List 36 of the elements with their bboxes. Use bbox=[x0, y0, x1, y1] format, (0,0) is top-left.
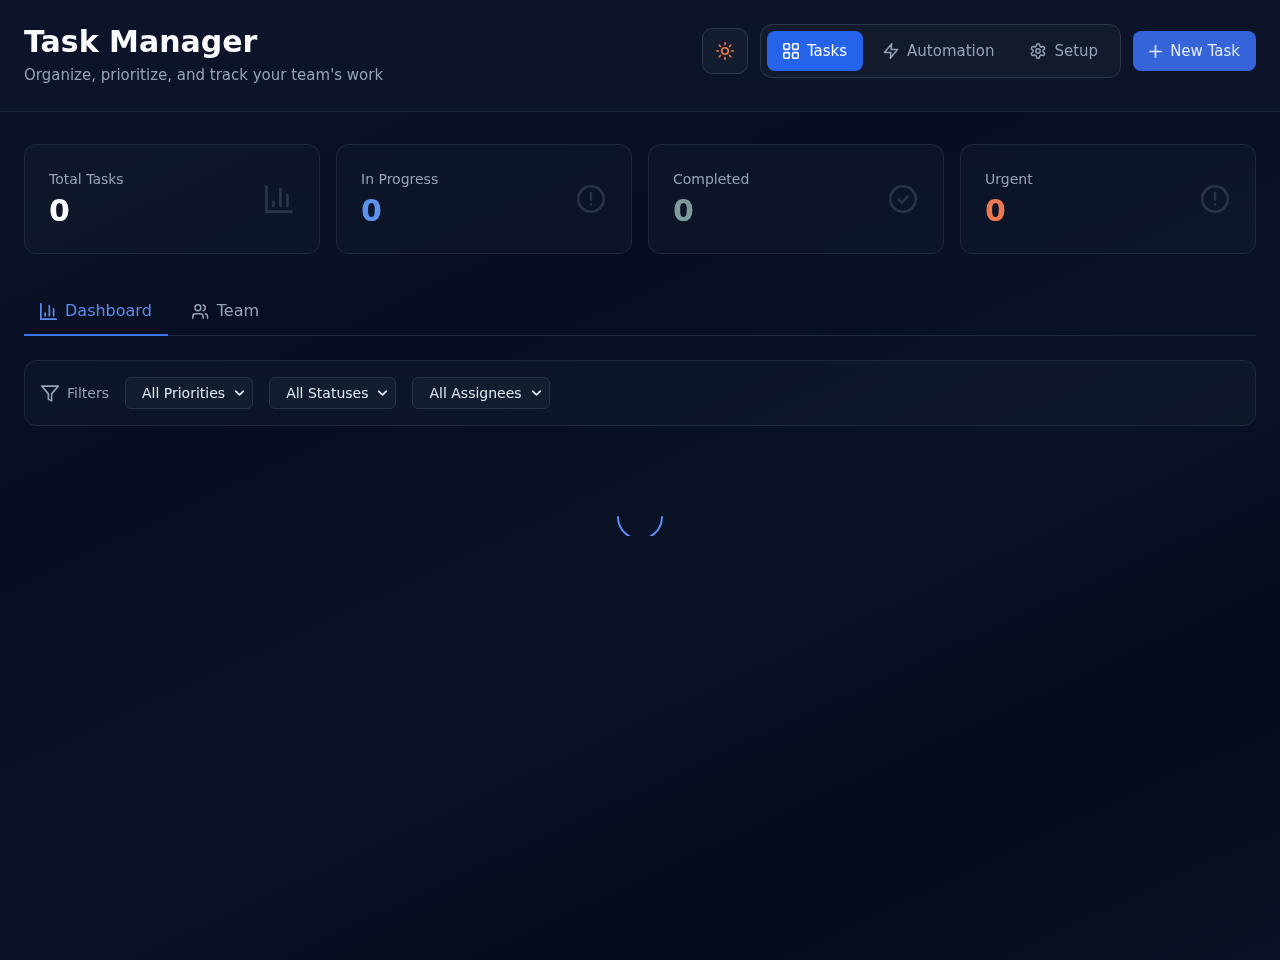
alert-circle-icon bbox=[577, 185, 605, 213]
bar-chart-icon bbox=[265, 185, 293, 213]
stat-value: 0 bbox=[361, 193, 383, 229]
alert-circle-icon bbox=[1201, 185, 1229, 213]
chevron-down-icon bbox=[378, 390, 388, 396]
chevron-down-icon bbox=[531, 390, 541, 396]
tab-active[interactable]: Dashboard bbox=[24, 288, 168, 336]
stat-value: 0 bbox=[49, 193, 71, 229]
sun-icon bbox=[715, 42, 734, 60]
priority-select[interactable]: All Priorities bbox=[124, 377, 254, 409]
stat-value: 0 bbox=[985, 193, 1007, 229]
grid-icon bbox=[782, 43, 799, 59]
nav-tab[interactable]: Automation bbox=[867, 31, 1011, 71]
nav-tab[interactable]: Setup bbox=[1014, 31, 1115, 71]
app-title: Task Manager bbox=[24, 24, 259, 60]
stat-label: In Progress bbox=[361, 170, 439, 189]
stat-value: 0 bbox=[673, 193, 695, 229]
stat-label: Total Tasks bbox=[49, 170, 124, 189]
filters-label: Filters bbox=[67, 385, 109, 401]
bar-chart-icon bbox=[40, 302, 57, 320]
stat-label: Completed bbox=[673, 170, 750, 189]
settings-icon bbox=[1030, 43, 1047, 59]
stat-label: Urgent bbox=[985, 170, 1033, 189]
assignee-select[interactable]: All Assignees bbox=[412, 377, 550, 409]
nav-tab-active[interactable]: Tasks bbox=[766, 31, 864, 71]
status-select[interactable]: All Statuses bbox=[269, 377, 397, 409]
check-circle-icon bbox=[889, 185, 917, 213]
filter-icon bbox=[41, 384, 59, 402]
lightning-icon bbox=[883, 43, 900, 59]
tab[interactable]: Team bbox=[175, 288, 276, 336]
app-subtitle: Organize, prioritize, and track your team's work bbox=[24, 65, 384, 86]
theme-toggle-button[interactable] bbox=[701, 28, 748, 74]
new-task-button[interactable]: New Task bbox=[1133, 31, 1256, 71]
plus-icon bbox=[1149, 44, 1163, 58]
chevron-down-icon bbox=[235, 390, 245, 396]
users-icon bbox=[191, 302, 209, 320]
